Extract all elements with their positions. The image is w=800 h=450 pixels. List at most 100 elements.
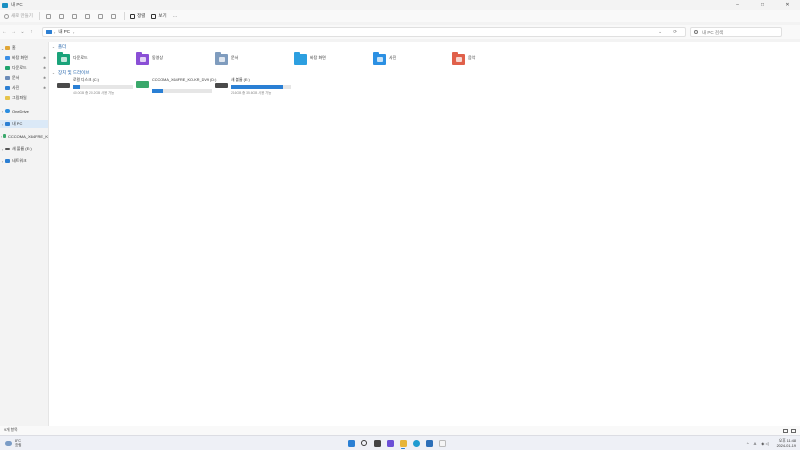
status-bar: 9개 항목 <box>0 426 800 435</box>
more-button[interactable]: ··· <box>173 12 178 20</box>
folder-pictures[interactable]: 사진 <box>373 52 396 66</box>
search-box[interactable] <box>690 27 782 37</box>
folder-icon <box>5 96 10 100</box>
chevron-down-icon: ⌄ <box>52 45 55 49</box>
drive-e[interactable]: 새 볼륨 (E:) 216GB 중 35.6GB 사용 가능 <box>215 78 295 96</box>
edge-button[interactable] <box>411 438 421 448</box>
notepad-button[interactable] <box>437 438 447 448</box>
sidebar-item-volume-e[interactable]: › 새 볼륨 (E:) <box>0 145 48 153</box>
task-view-button[interactable] <box>372 438 382 448</box>
network-icon <box>5 159 10 163</box>
back-button[interactable]: ← <box>0 29 9 35</box>
delete-button[interactable] <box>110 12 118 20</box>
drive-c[interactable]: 로컬 디스크 (C:) 40.0GB 중 20.2GB 사용 가능 <box>57 78 137 96</box>
sidebar-item-this-pc[interactable]: › 내 PC <box>0 120 48 128</box>
sidebar-item-label: 내 PC <box>12 121 23 126</box>
weather-condition: 흐림 <box>15 443 22 447</box>
weather-widget[interactable]: 8°C 흐림 <box>5 439 21 447</box>
tiles-view-icon[interactable] <box>791 428 796 433</box>
minimize-button[interactable]: – <box>725 0 750 10</box>
forward-button[interactable]: → <box>9 29 18 35</box>
clock[interactable]: 오후 11:48 2024-01-19 <box>777 439 796 448</box>
view-label: 보기 <box>158 13 167 18</box>
sort-button[interactable]: 정렬 <box>130 12 145 20</box>
music-folder-icon <box>452 52 465 65</box>
computer-icon <box>5 122 10 126</box>
folder-downloads[interactable]: 다운로드 <box>57 52 88 66</box>
folder-documents[interactable]: 문서 <box>215 52 238 66</box>
search-button[interactable] <box>359 438 369 448</box>
navigation-bar: ← → ⌄ ↑ › 내 PC › ⌄ ⟳ <box>0 25 800 39</box>
folder-music[interactable]: 음악 <box>452 52 475 66</box>
search-icon <box>361 440 367 446</box>
store-icon <box>425 439 433 447</box>
sidebar-item-dvd-drive[interactable]: › CCCOMA_X64FRE_K <box>0 132 48 140</box>
sidebar-item-images[interactable]: 그림파일 <box>0 94 48 102</box>
view-button[interactable]: 보기 <box>151 12 167 20</box>
folder-label: 문서 <box>231 55 239 60</box>
pictures-folder-icon <box>373 52 386 65</box>
file-explorer-button[interactable] <box>398 438 408 449</box>
sidebar-item-desktop[interactable]: 바탕 화면 ✱ <box>0 54 48 62</box>
hard-drive-icon <box>215 83 228 88</box>
drives-section-header[interactable]: ⌄ 장치 및 드라이브 <box>52 70 89 76</box>
details-view-icon[interactable] <box>783 428 788 433</box>
sidebar-item-documents[interactable]: 문서 ✱ <box>0 74 48 82</box>
up-button[interactable]: ↑ <box>27 29 36 35</box>
show-hidden-icons-button[interactable]: ^ <box>747 441 749 446</box>
copy-button[interactable] <box>58 12 66 20</box>
breadcrumb-chevron[interactable]: › <box>54 30 55 35</box>
drive-usage-bar <box>73 85 133 89</box>
address-actions[interactable]: ⌄ ⟳ <box>658 29 682 35</box>
share-button[interactable] <box>97 12 105 20</box>
input-language[interactable]: A <box>754 441 757 446</box>
navigation-pane: ⌄ 홈 바탕 화면 ✱ 다운로드 ✱ 문서 ✱ 사진 ✱ 그림파일 › OneD… <box>0 42 49 426</box>
window-controls: – □ ✕ <box>725 0 800 10</box>
cut-button[interactable] <box>45 12 53 20</box>
drive-d[interactable]: CCCOMA_X64FRE_KO-KR_DV9 (D:) <box>136 78 216 96</box>
start-button[interactable] <box>346 438 356 448</box>
cloud-icon <box>5 440 12 446</box>
paste-button[interactable] <box>71 12 79 20</box>
recent-locations-button[interactable]: ⌄ <box>18 29 27 35</box>
home-icon <box>5 46 10 50</box>
folders-section-header[interactable]: ⌄ 폴더 <box>52 44 66 50</box>
share-icon <box>97 13 103 19</box>
rename-button[interactable] <box>84 12 92 20</box>
widgets-button[interactable] <box>385 438 395 448</box>
sidebar-item-pictures[interactable]: 사진 ✱ <box>0 84 48 92</box>
search-input[interactable] <box>701 29 781 35</box>
maximize-button[interactable]: □ <box>750 0 775 10</box>
network-volume-icons[interactable]: ◈ ◁ <box>761 441 768 446</box>
breadcrumb-chevron[interactable]: › <box>73 30 74 35</box>
folder-videos[interactable]: 동영상 <box>136 52 163 66</box>
picture-icon <box>5 86 10 90</box>
new-label: 새로 만들기 <box>11 13 33 18</box>
sidebar-item-network[interactable]: › 네트워크 <box>0 157 48 165</box>
store-button[interactable] <box>424 438 434 448</box>
folder-label: 음악 <box>468 55 476 60</box>
address-bar[interactable]: › 내 PC › ⌄ ⟳ <box>42 27 686 37</box>
desktop-folder-icon <box>294 52 307 65</box>
sidebar-item-label: 그림파일 <box>12 95 27 100</box>
close-button[interactable]: ✕ <box>775 0 800 10</box>
drive-name: 로컬 디스크 (C:) <box>73 78 99 82</box>
edge-icon <box>412 439 420 447</box>
sidebar-item-home[interactable]: ⌄ 홈 <box>0 44 48 52</box>
folder-desktop[interactable]: 바탕 화면 <box>294 52 326 66</box>
sidebar-item-label: 사진 <box>12 85 20 90</box>
drive-usage-fill <box>152 89 163 93</box>
drive-usage-bar <box>152 89 212 93</box>
breadcrumb-this-pc[interactable]: 내 PC <box>58 29 70 35</box>
system-tray: ^ A ◈ ◁ 오후 11:48 2024-01-19 <box>742 438 796 449</box>
documents-folder-icon <box>215 52 228 65</box>
sidebar-item-downloads[interactable]: 다운로드 ✱ <box>0 64 48 72</box>
sidebar-item-onedrive[interactable]: › OneDrive <box>0 107 48 115</box>
dvd-drive-icon <box>2 134 6 138</box>
copy-icon <box>58 13 64 19</box>
new-button[interactable]: 새로 만들기 <box>4 12 33 20</box>
sidebar-item-label: 문서 <box>12 75 20 80</box>
videos-folder-icon <box>136 52 149 65</box>
section-title: 폴더 <box>57 44 67 49</box>
sidebar-item-label: 네트워크 <box>12 158 27 163</box>
